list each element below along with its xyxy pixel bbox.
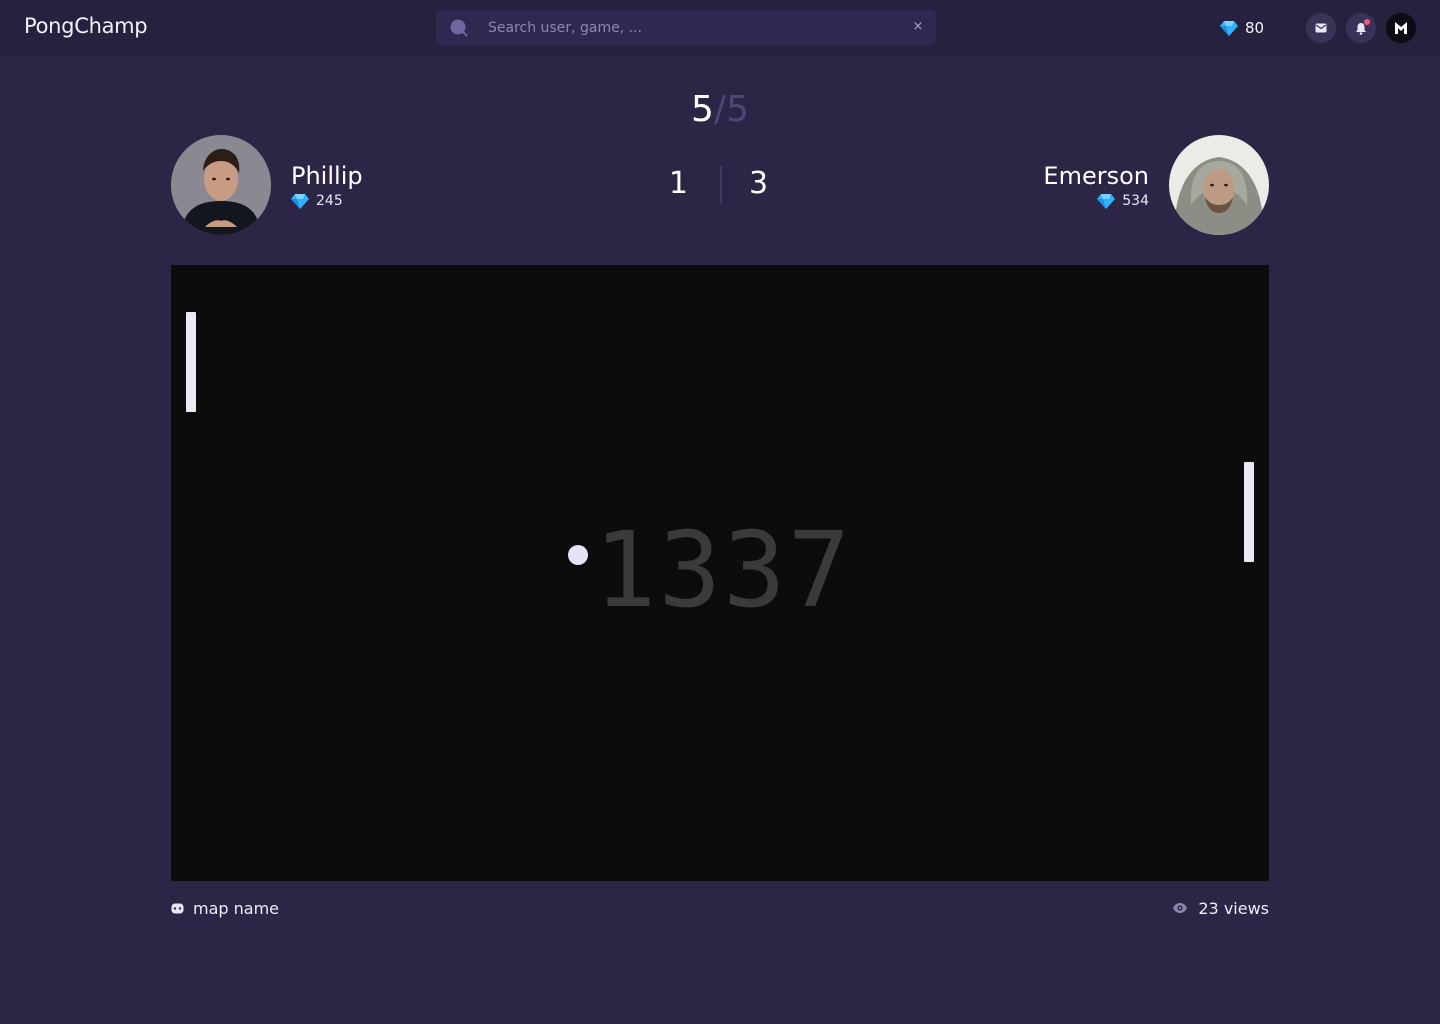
player-left[interactable]: Phillip 245 [171, 135, 363, 235]
view-count: 23 views [1198, 898, 1269, 918]
right-paddle [1244, 462, 1254, 562]
player-left-name[interactable]: Phillip [291, 161, 363, 191]
player-right-info: Emerson 534 [1043, 161, 1149, 209]
round-total: 5 [726, 89, 749, 130]
search-icon [450, 19, 468, 37]
notifications-button[interactable] [1346, 13, 1376, 43]
round-counter: 5/5 [620, 88, 820, 132]
score-right: 3 [749, 166, 769, 201]
player-left-info: Phillip 245 [291, 161, 363, 209]
left-paddle [186, 312, 196, 412]
player-right-rating: 534 [1097, 193, 1149, 209]
views-info: 23 views [1172, 897, 1269, 919]
map-name: map name [193, 898, 280, 918]
player-left-rating: 245 [291, 193, 343, 209]
notification-dot [1364, 19, 1370, 25]
user-avatar-icon [1395, 22, 1407, 34]
eye-icon [1173, 903, 1188, 913]
profile-button[interactable] [1386, 13, 1416, 43]
diamond-icon [291, 193, 309, 209]
gem-balance: 80 [1220, 17, 1264, 39]
ball [568, 545, 588, 565]
messages-button[interactable] [1306, 13, 1336, 43]
app-logo[interactable]: PongChamp [24, 14, 148, 38]
scoreboard: 1 3 [640, 162, 800, 206]
map-watermark: 1337 [593, 509, 853, 631]
player-right[interactable]: Emerson 534 [1043, 135, 1269, 235]
clear-search-icon[interactable]: × [912, 19, 924, 35]
round-separator: / [713, 89, 727, 130]
player-left-avatar[interactable] [171, 135, 271, 235]
mail-icon [1315, 23, 1327, 33]
player-right-rating-value: 534 [1122, 193, 1149, 209]
search-input[interactable] [488, 10, 888, 45]
top-bar: PongChamp × 80 [0, 0, 1440, 55]
gamepad-icon [171, 903, 184, 913]
round-current: 5 [691, 89, 714, 130]
diamond-icon [1097, 193, 1116, 209]
search-bar[interactable]: × [436, 10, 936, 45]
player-left-rating-value: 245 [316, 193, 343, 209]
player-right-avatar[interactable] [1169, 135, 1269, 235]
game-board[interactable]: 1337 [171, 265, 1269, 881]
gem-count: 80 [1245, 19, 1265, 37]
player-right-name[interactable]: Emerson [1043, 161, 1149, 191]
score-left: 1 [668, 166, 688, 201]
map-info: map name [171, 897, 279, 919]
score-divider [720, 166, 722, 204]
diamond-icon [1220, 20, 1238, 36]
